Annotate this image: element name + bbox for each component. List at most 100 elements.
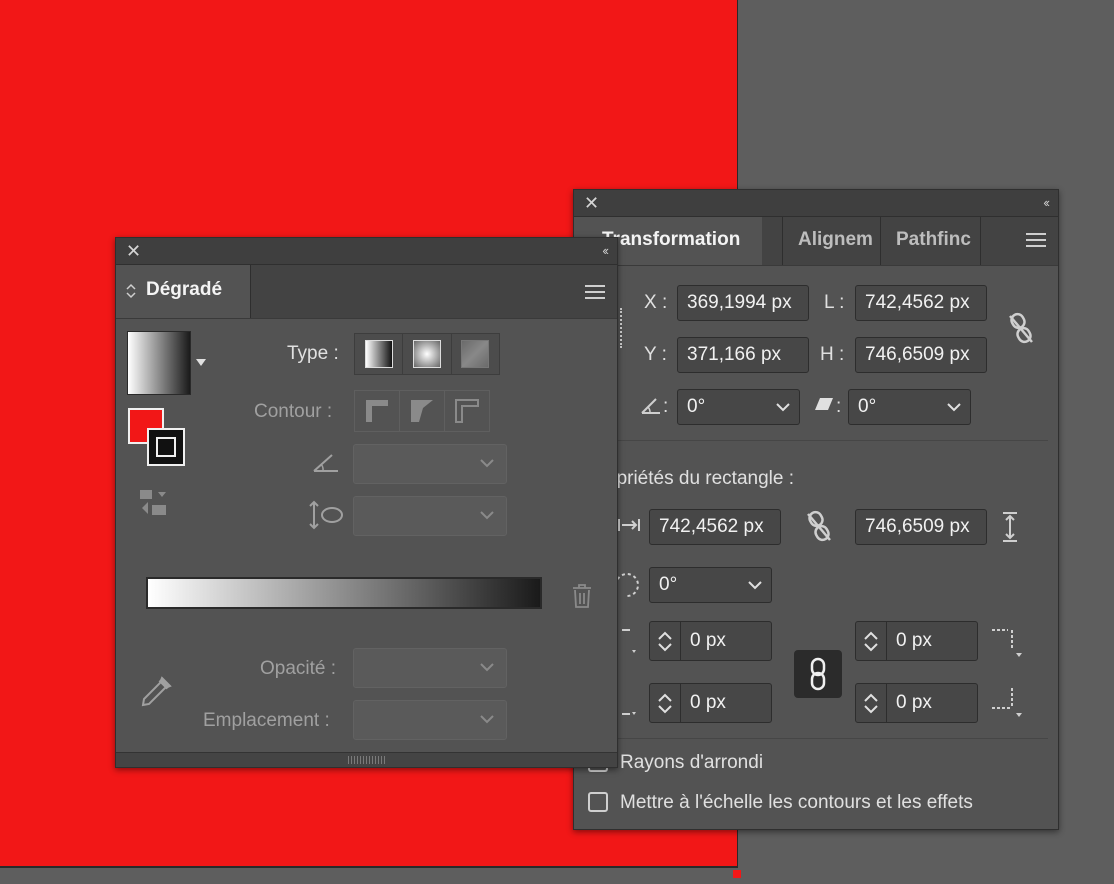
h-label: H : <box>820 344 845 365</box>
corner-br-input[interactable]: 0 px <box>886 683 978 723</box>
tab-label: Dégradé <box>146 279 223 300</box>
rounded-corners-label: Rayons d'arrondi <box>620 752 764 773</box>
chevron-up-icon <box>658 693 672 702</box>
tab-divider <box>880 217 881 265</box>
chevron-down-icon <box>864 704 878 713</box>
x-input[interactable]: 369,1994 px <box>677 285 809 321</box>
chevron-down-icon <box>864 642 878 651</box>
link-icon <box>810 657 826 691</box>
angle-input[interactable]: 0° <box>677 389 767 425</box>
gradient-panel: ✕ ‹‹ Dégradé Type : Contour : Opacité: … <box>115 237 618 768</box>
rect-width-icon <box>618 519 640 531</box>
gradient-slider[interactable] <box>146 577 542 609</box>
type-label: Type : <box>287 343 339 364</box>
panel-header: ✕ ‹‹ <box>574 190 1058 217</box>
chevron-down-icon <box>480 459 494 468</box>
radial-gradient-icon <box>412 340 441 368</box>
corner-br-stepper[interactable] <box>855 683 887 723</box>
shear-input[interactable]: 0° <box>848 389 938 425</box>
corner-tr-stepper[interactable] <box>855 621 887 661</box>
w-label: L : <box>824 292 845 313</box>
stroke-across-button[interactable] <box>445 391 489 431</box>
chevron-down-icon <box>747 580 762 589</box>
section-divider <box>604 738 1048 739</box>
tab-pathfinder[interactable]: Pathfinc <box>886 217 998 265</box>
width-input[interactable]: 742,4562 px <box>855 285 987 321</box>
close-icon[interactable]: ✕ <box>126 241 141 262</box>
panel-menu-icon[interactable] <box>585 285 605 303</box>
y-input[interactable]: 371,166 px <box>677 337 809 373</box>
anchor-point[interactable] <box>733 870 741 878</box>
chevron-up-icon <box>658 631 672 640</box>
panel-tabbar: Dégradé <box>116 265 617 319</box>
angle-dropdown-button[interactable] <box>766 389 800 425</box>
tab-divider <box>250 265 251 318</box>
corner-bottom-right-icon <box>992 688 1022 717</box>
chevron-down-icon <box>480 511 494 520</box>
height-input[interactable]: 746,6509 px <box>855 337 987 373</box>
rect-angle-dropdown-button[interactable] <box>738 567 772 603</box>
chevron-down-icon <box>946 402 961 411</box>
swatch-dropdown-icon[interactable] <box>196 359 206 366</box>
shear-dropdown-button[interactable] <box>937 389 971 425</box>
chevron-down-icon <box>658 642 672 651</box>
tab-degrade[interactable]: Dégradé <box>116 265 250 318</box>
close-icon[interactable]: ✕ <box>584 193 599 214</box>
section-divider <box>604 440 1048 441</box>
gradient-swatch[interactable] <box>127 331 191 395</box>
radial-gradient-button[interactable] <box>403 334 452 374</box>
stroke-swatch[interactable] <box>147 428 185 466</box>
y-label: Y : <box>644 344 667 365</box>
corner-bottom-left-icon <box>622 712 636 715</box>
scale-strokes-checkbox[interactable] <box>588 792 608 812</box>
panel-menu-icon[interactable] <box>1026 233 1046 251</box>
contour-label: Contour : <box>254 401 333 422</box>
resize-grip[interactable] <box>116 752 617 767</box>
rect-width-input[interactable]: 742,4562 px <box>649 509 781 545</box>
link-corners-button[interactable] <box>794 650 842 698</box>
stroke-within-icon <box>366 400 388 422</box>
tab-divider <box>782 217 783 265</box>
corner-tl-stepper[interactable] <box>649 621 681 661</box>
corner-tl-input[interactable]: 0 px <box>680 621 772 661</box>
eyedropper-icon[interactable] <box>138 674 174 710</box>
collapse-icon[interactable]: ‹‹ <box>1043 195 1050 210</box>
corner-tr-input[interactable]: 0 px <box>886 621 978 661</box>
corner-bl-input[interactable]: 0 px <box>680 683 772 723</box>
rect-height-icon <box>1003 512 1017 542</box>
corner-top-right-icon <box>992 629 1022 657</box>
stroke-within-button[interactable] <box>355 391 400 431</box>
gradient-type-group <box>354 333 500 375</box>
rect-height-input[interactable]: 746,6509 px <box>855 509 987 545</box>
unlink-proportions-icon[interactable] <box>1004 310 1038 346</box>
chevron-down-icon <box>658 704 672 713</box>
chevron-up-icon <box>864 631 878 640</box>
chevron-down-icon <box>480 715 494 724</box>
freeform-gradient-button[interactable] <box>452 334 499 374</box>
tab-divider <box>980 217 981 265</box>
rectangle-properties-heading: opriétés du rectangle : <box>606 468 795 489</box>
stroke-along-button[interactable] <box>400 391 445 431</box>
x-label: X : <box>644 292 668 313</box>
tab-label: Alignem <box>798 229 873 250</box>
corner-bl-stepper[interactable] <box>649 683 681 723</box>
location-label: Emplacement : <box>203 710 330 731</box>
collapse-icon[interactable]: ‹‹ <box>602 243 609 258</box>
trash-icon[interactable] <box>571 584 593 608</box>
freeform-gradient-icon <box>461 340 490 368</box>
chevron-down-icon <box>480 663 494 672</box>
opacity-label: Opacité : <box>260 658 337 679</box>
linear-gradient-button[interactable] <box>355 334 404 374</box>
stroke-along-icon <box>411 400 433 422</box>
rotate-angle-icon <box>641 398 660 414</box>
tab-alignement[interactable]: Alignem <box>788 217 890 265</box>
rect-angle-input[interactable]: 0° <box>649 567 739 603</box>
swap-fill-stroke-icon[interactable] <box>138 488 170 518</box>
unlink-rect-dimensions-icon[interactable] <box>802 508 836 544</box>
shear-icon <box>815 398 833 410</box>
transform-panel: ✕ ‹‹ Transformation Alignem Pathfinc X :… <box>573 189 1059 830</box>
linear-gradient-icon <box>364 340 393 368</box>
chevron-down-icon <box>775 402 790 411</box>
chevron-up-icon <box>864 693 878 702</box>
tab-collapse-arrows-icon[interactable] <box>126 283 136 299</box>
